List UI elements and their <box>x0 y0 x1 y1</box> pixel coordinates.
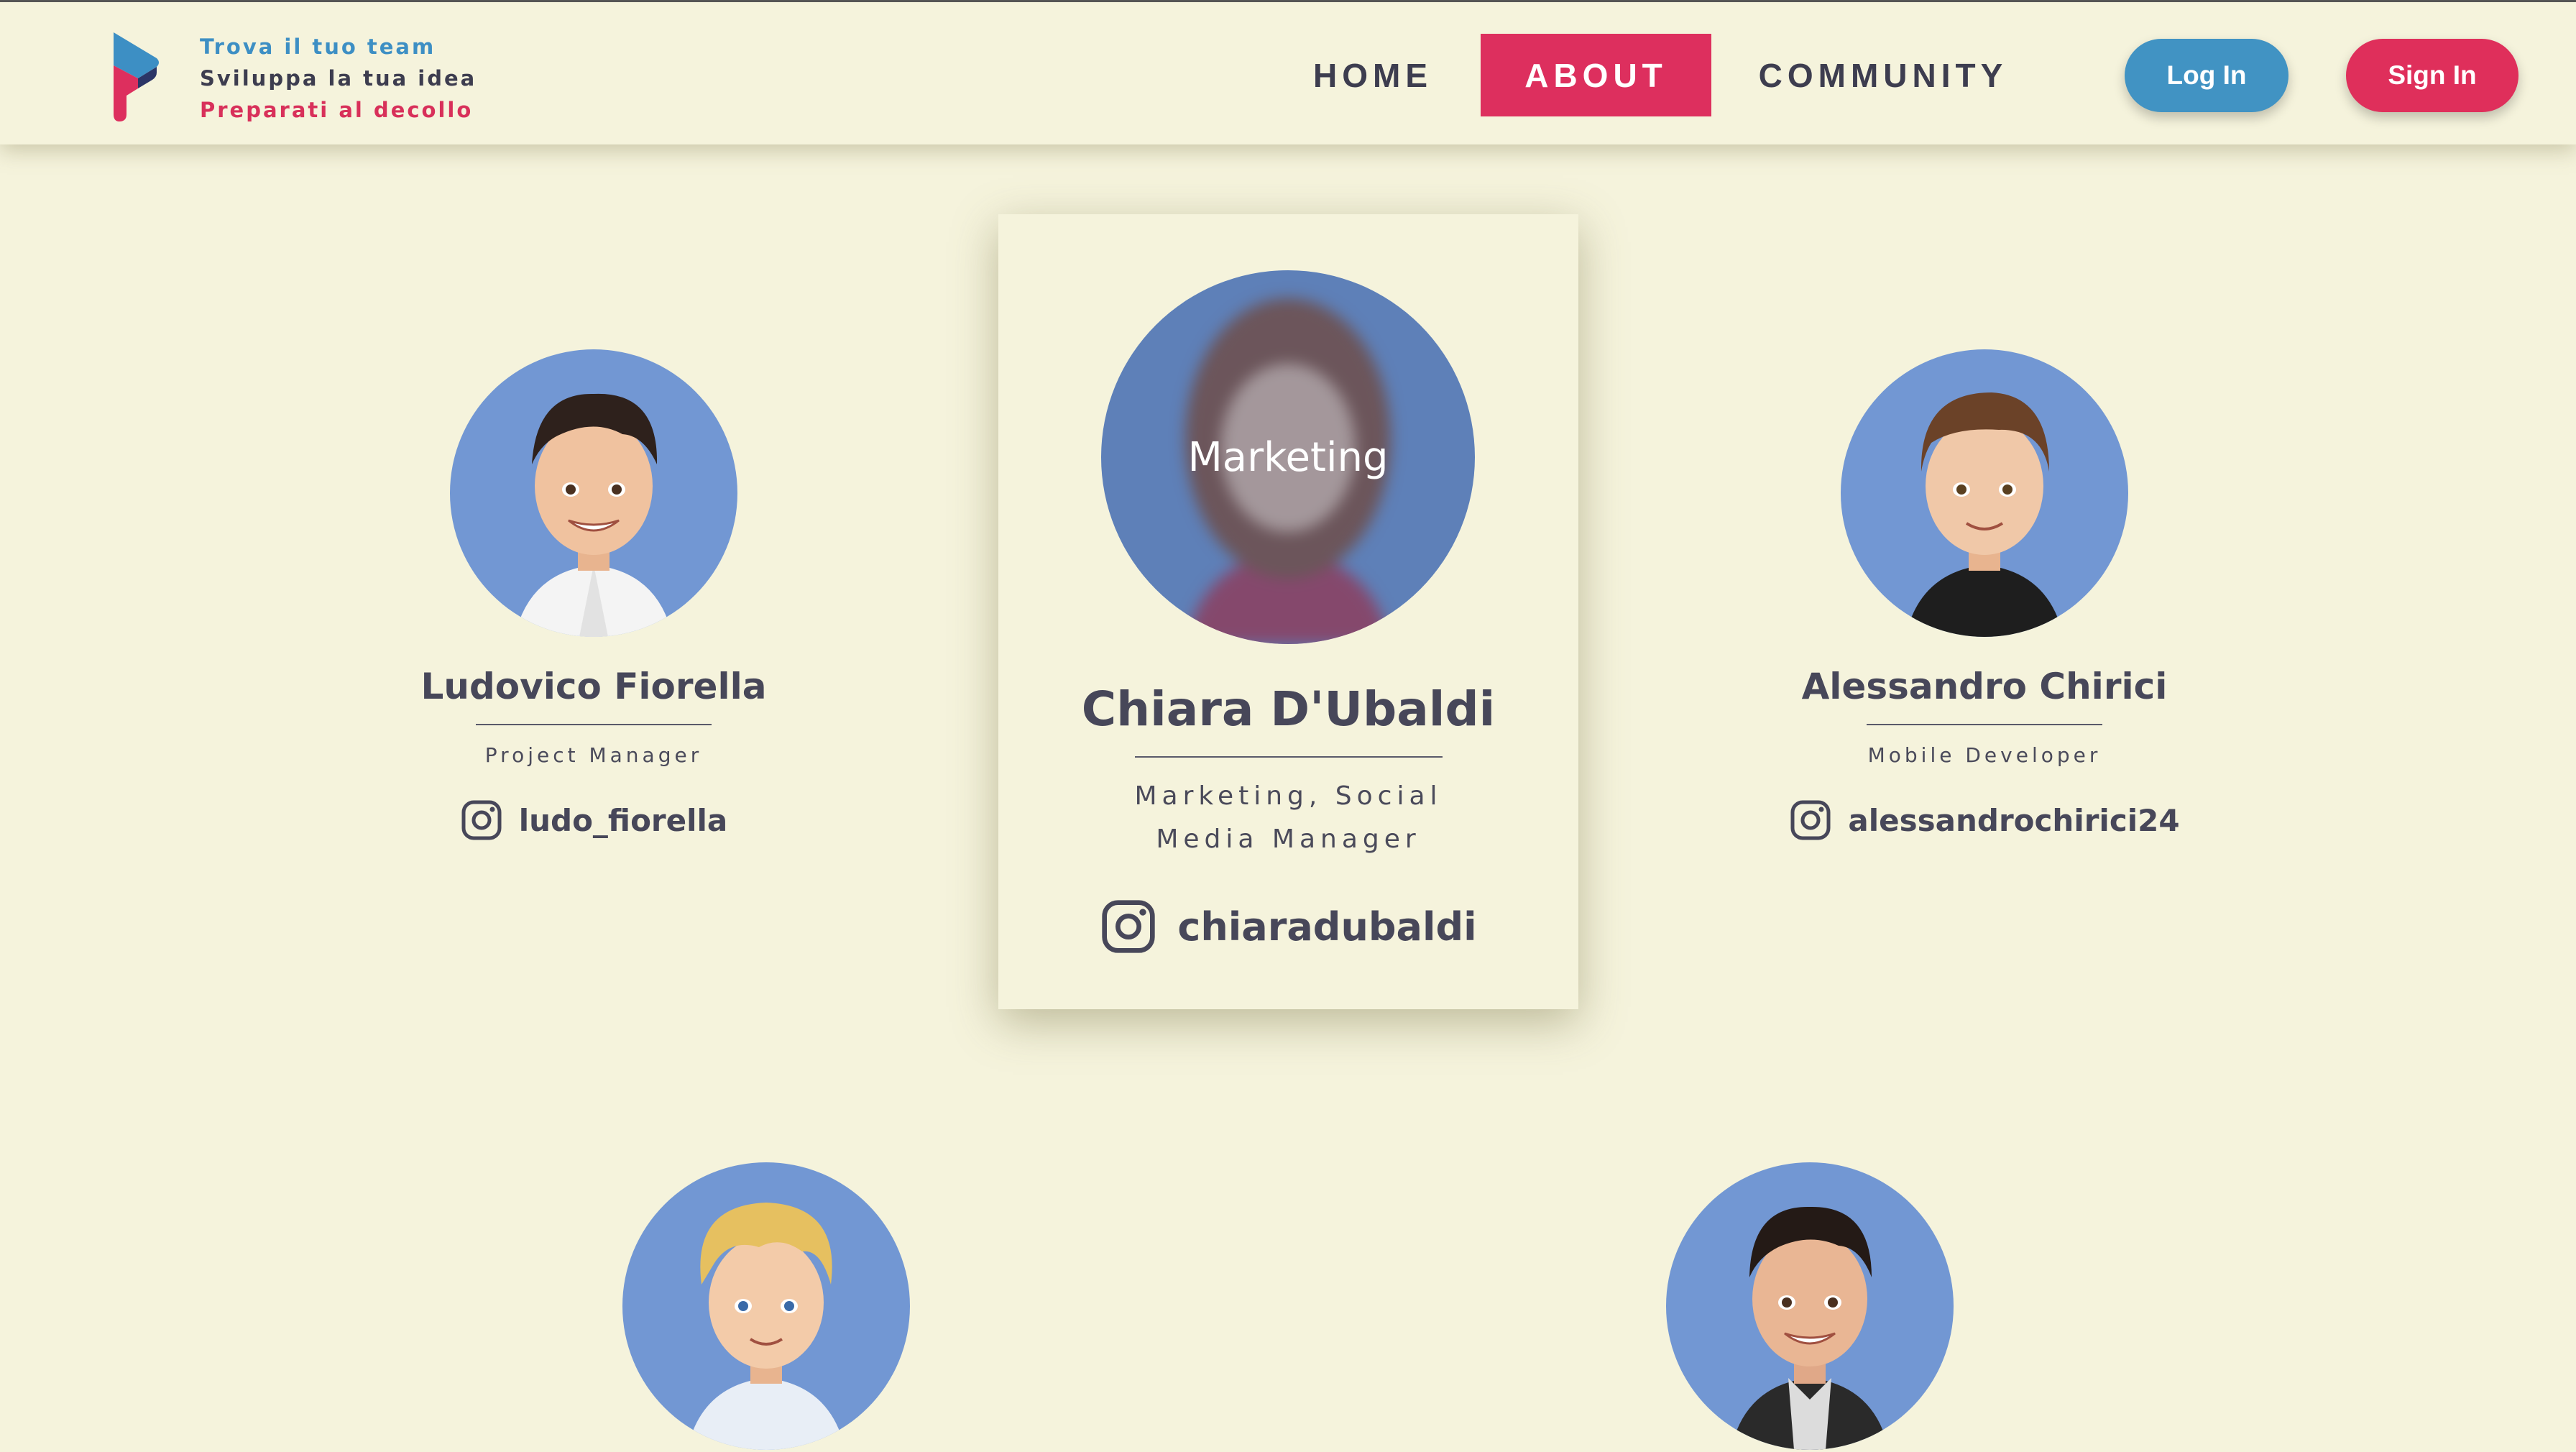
signin-button[interactable]: Sign In <box>2346 39 2518 112</box>
tagline-2: Sviluppa la tua idea <box>200 66 477 91</box>
team-member-card[interactable]: Ludovico Fiorella Project Manager ludo_f… <box>374 349 814 853</box>
logo-icon[interactable] <box>106 29 161 121</box>
member-name: Chiara D'Ubaldi <box>1081 681 1496 737</box>
login-button[interactable]: Log In <box>2125 39 2288 112</box>
avatar: Marketing <box>1101 270 1475 644</box>
instagram-handle: chiaradubaldi <box>1177 904 1477 950</box>
nav-community[interactable]: COMMUNITY <box>1739 34 2027 116</box>
avatar <box>450 349 737 637</box>
instagram-link[interactable]: chiaradubaldi <box>998 894 1578 959</box>
tagline-1: Trova il tuo team <box>200 35 436 59</box>
divider <box>476 724 712 725</box>
nav-about[interactable]: ABOUT <box>1481 34 1711 116</box>
instagram-handle: alessandrochirici24 <box>1848 802 2180 838</box>
member-role: Marketing, Social Media Manager <box>1134 781 1443 854</box>
member-role: Mobile Developer <box>1867 743 2102 767</box>
avatar[interactable] <box>1666 1162 1954 1450</box>
top-navigation-bar: Trova il tuo team Sviluppa la tua idea P… <box>0 0 2576 144</box>
instagram-handle: ludo_fiorella <box>518 802 728 838</box>
instagram-icon <box>461 800 502 840</box>
tagline-3: Preparati al decollo <box>200 98 474 122</box>
member-role: Project Manager <box>484 743 703 767</box>
member-name: Alessandro Chirici <box>1801 666 2168 707</box>
instagram-link[interactable]: alessandrochirici24 <box>1765 795 2204 845</box>
instagram-link[interactable]: ludo_fiorella <box>374 795 814 845</box>
tagline-group: Trova il tuo team Sviluppa la tua idea P… <box>200 31 477 126</box>
divider <box>1867 724 2102 725</box>
instagram-icon <box>1790 800 1831 840</box>
divider <box>1135 756 1443 758</box>
member-name: Ludovico Fiorella <box>420 666 767 707</box>
nav-home[interactable]: HOME <box>1294 34 1452 116</box>
avatar <box>1841 349 2128 637</box>
hover-label: Marketing <box>1101 270 1475 644</box>
team-member-card[interactable]: Alessandro Chirici Mobile Developer ales… <box>1765 349 2204 853</box>
featured-team-member-card[interactable]: Marketing Chiara D'Ubaldi Marketing, Soc… <box>998 214 1578 1009</box>
avatar[interactable] <box>622 1162 910 1450</box>
instagram-icon <box>1102 900 1155 953</box>
